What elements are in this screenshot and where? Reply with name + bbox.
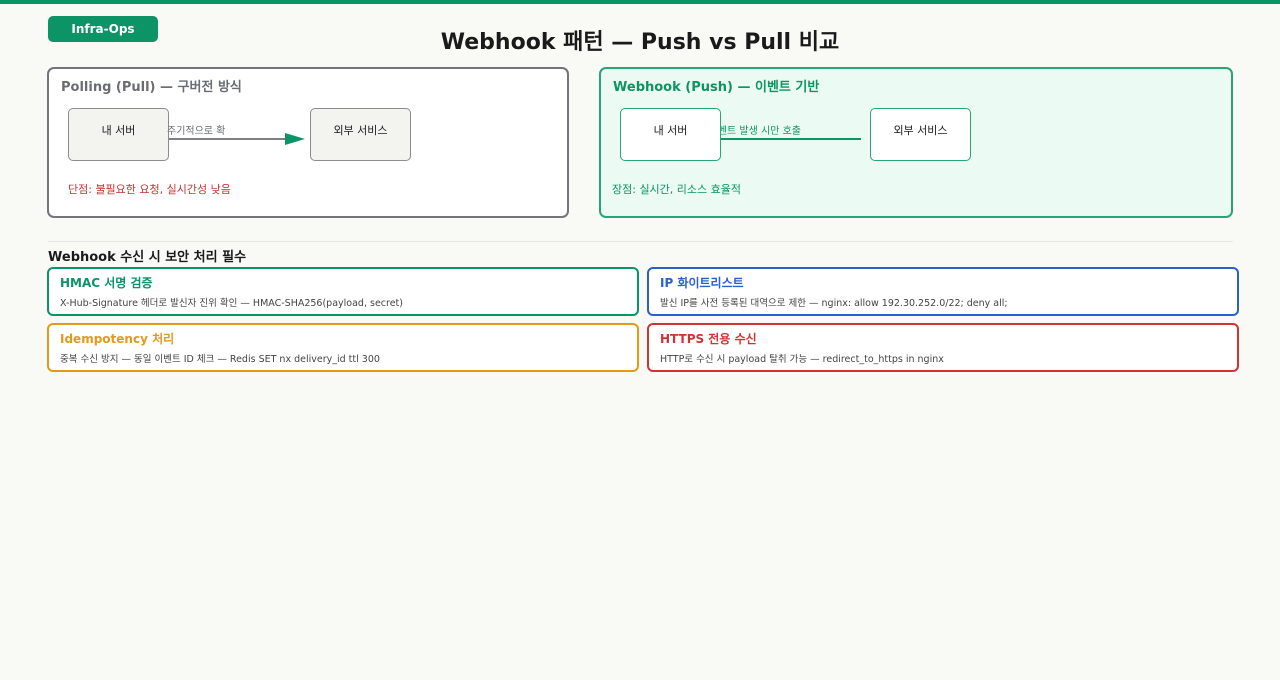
top-accent-bar — [0, 0, 1280, 4]
security-card-description: X-Hub-Signature 헤더로 발신자 진위 확인 — HMAC-SHA… — [60, 298, 403, 309]
security-card-description: HTTP로 수신 시 payload 탈취 가능 — redirect_to_h… — [660, 354, 944, 365]
security-card-title: Idempotency 처리 — [60, 332, 175, 346]
webhook-connector — [721, 138, 861, 140]
security-card-ip-whitelist: IP 화이트리스트 발신 IP를 사전 등록된 대역으로 제한 — nginx:… — [647, 267, 1239, 316]
security-card-title: IP 화이트리스트 — [660, 276, 744, 290]
security-card-title: HTTPS 전용 수신 — [660, 332, 757, 346]
webhook-external-service-node: 외부 서비스 — [870, 108, 971, 161]
polling-drawback-note: 단점: 불필요한 요청, 실시간성 낮음 — [68, 183, 231, 196]
polling-panel: Polling (Pull) — 구버전 방식 내 서버 주기적으로 확인 외부… — [47, 67, 569, 218]
polling-external-service-node: 외부 서비스 — [310, 108, 411, 161]
security-card-description: 중복 수신 방지 — 동일 이벤트 ID 체크 — Redis SET nx d… — [60, 354, 380, 365]
polling-arrow — [169, 133, 305, 145]
webhook-panel: Webhook (Push) — 이벤트 기반 내 서버 이벤트 발생 시만 호… — [599, 67, 1233, 218]
security-card-https-only: HTTPS 전용 수신 HTTP로 수신 시 payload 탈취 가능 — r… — [647, 323, 1239, 372]
security-card-hmac: HMAC 서명 검증 X-Hub-Signature 헤더로 발신자 진위 확인… — [47, 267, 639, 316]
security-card-description: 발신 IP를 사전 등록된 대역으로 제한 — nginx: allow 192… — [660, 298, 1008, 309]
polling-my-server-node: 내 서버 — [68, 108, 169, 161]
security-card-idempotency: Idempotency 처리 중복 수신 방지 — 동일 이벤트 ID 체크 —… — [47, 323, 639, 372]
security-card-title: HMAC 서명 검증 — [60, 276, 153, 290]
polling-panel-title: Polling (Pull) — 구버전 방식 — [61, 80, 242, 95]
webhook-panel-title: Webhook (Push) — 이벤트 기반 — [613, 80, 820, 95]
webhook-my-server-node: 내 서버 — [620, 108, 721, 161]
webhook-advantage-note: 장점: 실시간, 리소스 효율적 — [612, 183, 742, 196]
section-divider — [48, 241, 1233, 242]
page-title: Webhook 패턴 — Push vs Pull 비교 — [440, 30, 840, 55]
security-section-title: Webhook 수신 시 보안 처리 필수 — [48, 250, 247, 265]
